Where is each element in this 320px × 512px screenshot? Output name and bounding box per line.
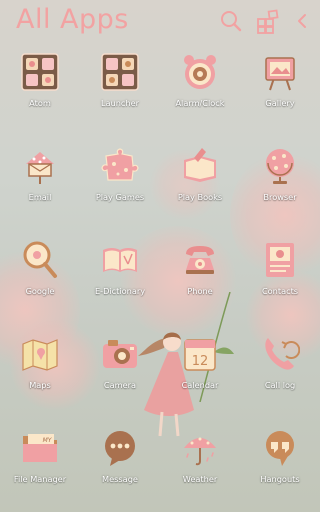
app-play-books[interactable]: Play Books (160, 146, 240, 222)
app-browser[interactable]: Browser (240, 146, 320, 222)
app-label: Call log (264, 380, 296, 390)
app-maps[interactable]: Maps (0, 334, 80, 410)
app-hangouts[interactable]: Hangouts (240, 428, 320, 504)
contacts-icon (266, 243, 294, 277)
app-label: Phone (187, 286, 213, 296)
app-label: File Manager (13, 474, 67, 484)
app-label: Weather (182, 474, 218, 484)
maps-icon (22, 339, 58, 371)
email-icon (26, 152, 54, 184)
gallery-icon (265, 57, 295, 91)
app-label: Play Games (95, 192, 145, 202)
back-icon[interactable] (290, 8, 316, 34)
app-file-manager[interactable]: MY File Manager (0, 428, 80, 504)
launcher-icon (101, 53, 139, 91)
e-dictionary-icon (103, 248, 137, 272)
google-icon (23, 241, 57, 278)
play-books-icon (184, 148, 216, 182)
file-manager-icon: MY (23, 434, 57, 462)
atom-icon (21, 53, 59, 91)
call-log-icon (265, 338, 300, 370)
widgets-icon[interactable] (255, 8, 281, 34)
app-gallery[interactable]: Gallery (240, 52, 320, 128)
app-message[interactable]: Message (80, 428, 160, 504)
app-label: Message (102, 474, 138, 484)
alarm-clock-icon (184, 55, 216, 89)
app-label: Browser (263, 192, 297, 202)
app-label: E-Dictionary (94, 286, 146, 296)
file-manager-icon-text: MY (43, 437, 53, 444)
app-calendar[interactable]: 12 Calendar (160, 334, 240, 410)
app-google[interactable]: Google (0, 240, 80, 316)
hangouts-icon (266, 431, 294, 466)
app-label: Alarm/Clock (175, 98, 225, 108)
app-atom[interactable]: Atom (0, 52, 80, 128)
weather-icon (184, 437, 216, 466)
app-label: Camera (103, 380, 137, 390)
calendar-icon: 12 (184, 339, 216, 371)
app-label: Hangouts (260, 474, 300, 484)
browser-icon (266, 149, 294, 184)
app-call-log[interactable]: Call log (240, 334, 320, 410)
app-e-dictionary[interactable]: E-Dictionary (80, 240, 160, 316)
app-label: Launcher (100, 98, 140, 108)
app-contacts[interactable]: Contacts (240, 240, 320, 316)
app-label: Calendar (181, 380, 219, 390)
app-label: Google (25, 286, 55, 296)
phone-icon (186, 246, 214, 274)
app-weather[interactable]: Weather (160, 428, 240, 504)
app-email[interactable]: Email (0, 146, 80, 222)
calendar-date: 12 (192, 354, 209, 369)
app-label: Maps (29, 380, 51, 390)
app-camera[interactable]: Camera (80, 334, 160, 410)
app-label: Play Books (177, 192, 223, 202)
app-label: Contacts (261, 286, 299, 296)
play-games-icon (101, 148, 139, 181)
app-phone[interactable]: Phone (160, 240, 240, 316)
app-bar: All Apps (0, 0, 320, 44)
app-label: Email (28, 192, 52, 202)
app-label: Atom (29, 98, 51, 108)
message-icon (105, 431, 135, 466)
app-play-games[interactable]: Play Games (80, 146, 160, 222)
search-icon[interactable] (218, 8, 244, 34)
app-alarm-clock[interactable]: Alarm/Clock (160, 52, 240, 128)
camera-icon (103, 340, 137, 368)
app-label: Gallery (265, 98, 295, 108)
app-launcher[interactable]: Launcher (80, 52, 160, 128)
page-title: All Apps (16, 4, 129, 35)
